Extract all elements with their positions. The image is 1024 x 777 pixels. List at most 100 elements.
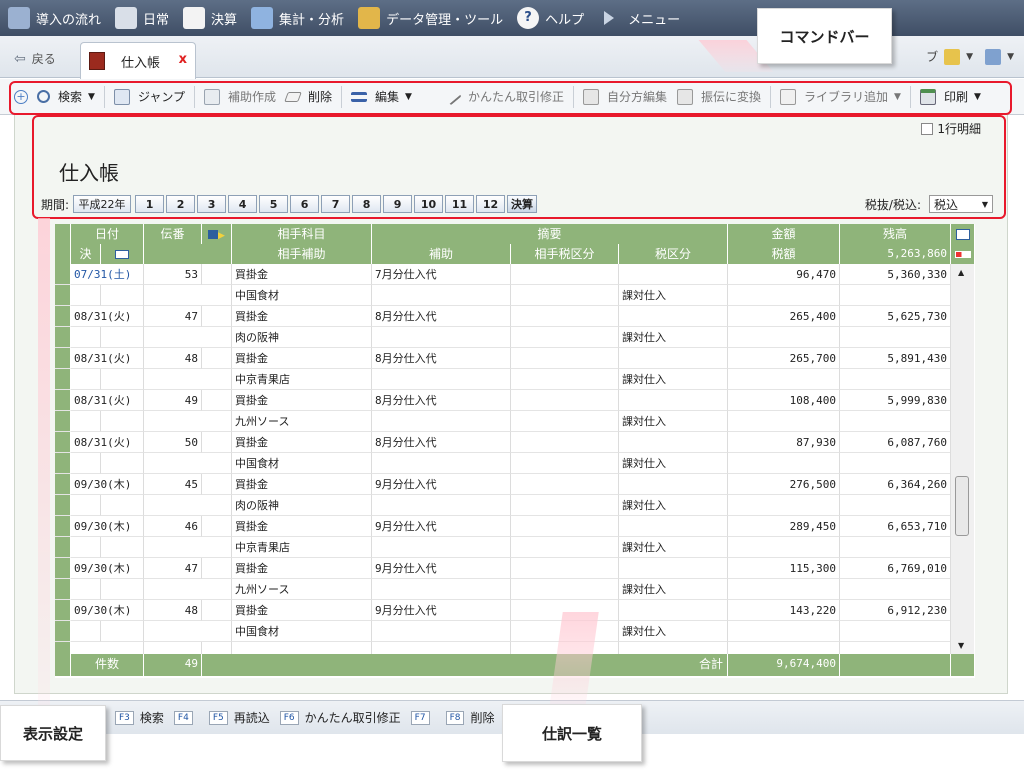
- table-row[interactable]: 09/30(木) 48 買掛金 9月分仕入代 143,220 6,912,230: [55, 600, 975, 621]
- table-row[interactable]: 08/31(火) 47 買掛金 8月分仕入代 265,400 5,625,730: [55, 306, 975, 327]
- table-row[interactable]: 09/30(木) 45 買掛金 9月分仕入代 276,500 6,364,260: [55, 474, 975, 495]
- row-gutter: [55, 600, 71, 621]
- vertical-scrollbar[interactable]: ▲ ▼: [950, 264, 974, 654]
- summary-header[interactable]: 摘要: [372, 224, 728, 244]
- menu-item[interactable]: データ管理・ツール: [350, 0, 509, 36]
- menu-item-label: データ管理・ツール: [386, 12, 504, 28]
- cell-summary: 7月分仕入代: [372, 264, 511, 285]
- table-subrow[interactable]: 中京青果店 課対仕入: [55, 537, 975, 558]
- amount-header[interactable]: 金額: [728, 224, 840, 244]
- balance-header[interactable]: 残高: [840, 224, 951, 244]
- function-key[interactable]: F7: [410, 710, 436, 725]
- account-header[interactable]: 相手科目: [232, 224, 372, 244]
- function-key[interactable]: F3 検索: [115, 709, 164, 726]
- table-subrow[interactable]: 中国食材 課対仕入: [55, 285, 975, 306]
- cell-balance: 6,653,710: [840, 516, 951, 537]
- cell-sub: 中京青果店: [232, 537, 372, 558]
- table-subrow[interactable]: 中国食材 課対仕入: [55, 621, 975, 642]
- cell-empty: [619, 306, 728, 327]
- settle-header[interactable]: 決: [71, 244, 101, 264]
- function-key[interactable]: F5 再読込: [208, 709, 270, 726]
- cell-date: 09/30(木): [71, 516, 144, 537]
- table-row[interactable]: 09/30(木) 46 買掛金 9月分仕入代 289,450 6,653,710: [55, 516, 975, 537]
- cell-empty: [511, 432, 619, 453]
- cell-date[interactable]: 07/31(土): [71, 264, 144, 285]
- view-detail-icon[interactable]: [101, 244, 144, 264]
- table-row[interactable]: 07/31(土) 53 買掛金 7月分仕入代 96,470 5,360,330: [55, 264, 975, 285]
- tax-class-header[interactable]: 税区分: [619, 244, 728, 264]
- menu-item[interactable]: 集計・分析: [243, 0, 350, 36]
- menu-item[interactable]: メニュー: [590, 0, 686, 36]
- scroll-up-icon[interactable]: ▲: [958, 268, 964, 277]
- function-key-label: かんたん取引修正: [304, 711, 401, 725]
- function-key-code: F7: [410, 710, 430, 725]
- auxiliary-header[interactable]: 補助: [372, 244, 511, 264]
- cell-empty: [511, 537, 619, 558]
- cell-balance: 6,087,760: [840, 432, 951, 453]
- cell-no: 47: [144, 558, 202, 579]
- database-icon: [358, 7, 381, 29]
- cell-empty: [840, 642, 951, 654]
- function-key[interactable]: F4: [173, 710, 199, 725]
- play-icon: [604, 11, 615, 25]
- function-key-label: 検索: [139, 711, 164, 725]
- menu-item[interactable]: 決算: [175, 0, 243, 36]
- row-gutter: [55, 432, 71, 453]
- table-subrow[interactable]: 中京青果店 課対仕入: [55, 369, 975, 390]
- cell-empty: [619, 516, 728, 537]
- back-button[interactable]: ⇦ 戻る: [14, 50, 56, 67]
- table-subrow[interactable]: 肉の阪神 課対仕入: [55, 495, 975, 516]
- function-key[interactable]: F8 削除: [445, 709, 495, 726]
- menu-item[interactable]: 導入の流れ: [0, 0, 107, 36]
- cell-empty: [71, 411, 101, 432]
- cell-empty: [232, 642, 372, 654]
- cell-empty: [71, 285, 101, 306]
- table-row[interactable]: 08/31(火) 48 買掛金 8月分仕入代 265,700 5,891,430: [55, 348, 975, 369]
- cell-tax: 課対仕入: [619, 369, 728, 390]
- cell-amount: 87,930: [728, 432, 840, 453]
- table-row[interactable]: 08/31(火) 50 買掛金 8月分仕入代 87,930 6,087,760: [55, 432, 975, 453]
- tax-amount-header[interactable]: 税額: [728, 244, 840, 264]
- table-row[interactable]: 08/31(火) 49 買掛金 8月分仕入代 108,400 5,999,830: [55, 390, 975, 411]
- scroll-down-icon[interactable]: ▼: [958, 641, 964, 650]
- cell-amount: 108,400: [728, 390, 840, 411]
- memo-icon[interactable]: [951, 224, 975, 244]
- cell-empty: [619, 642, 728, 654]
- sub-account-header[interactable]: 相手補助: [232, 244, 372, 264]
- cell-empty: [71, 495, 101, 516]
- menu-item[interactable]: ? ヘルプ: [509, 0, 590, 36]
- cell-balance: 5,625,730: [840, 306, 951, 327]
- function-key-code: F4: [173, 710, 193, 725]
- chevron-down-icon[interactable]: ▼: [1007, 52, 1014, 62]
- cell-empty: [101, 537, 144, 558]
- function-key[interactable]: F6 かんたん取引修正: [279, 709, 401, 726]
- table-row[interactable]: 09/30(木) 47 買掛金 9月分仕入代 115,300 6,769,010: [55, 558, 975, 579]
- star-window-icon[interactable]: [944, 48, 961, 65]
- cell-empty: [728, 495, 840, 516]
- battery-icon: [951, 244, 975, 264]
- table-subrow[interactable]: 九州ソース 課対仕入: [55, 411, 975, 432]
- cell-empty: [372, 369, 511, 390]
- tab-purchase-ledger[interactable]: 仕入帳 x: [80, 42, 196, 79]
- cell-empty: [101, 495, 144, 516]
- table-subrow[interactable]: 肉の阪神 課対仕入: [55, 327, 975, 348]
- cell-tax: 課対仕入: [619, 327, 728, 348]
- slip-no-header[interactable]: 伝番: [144, 224, 202, 244]
- cell-empty: [372, 642, 511, 654]
- close-icon[interactable]: x: [179, 52, 187, 67]
- function-key-code: F3: [115, 710, 134, 725]
- cell-empty: [144, 642, 202, 654]
- window-close-icon[interactable]: [985, 48, 1002, 65]
- cell-sub: 中国食材: [232, 453, 372, 474]
- partner-tax-header[interactable]: 相手税区分: [511, 244, 619, 264]
- row-gutter: [55, 369, 71, 390]
- scroll-thumb[interactable]: [955, 476, 969, 536]
- date-header[interactable]: 日付: [71, 224, 144, 244]
- column-toggle-icon[interactable]: ▶: [202, 224, 232, 244]
- chevron-down-icon[interactable]: ▼: [966, 52, 973, 62]
- table-subrow[interactable]: 九州ソース 課対仕入: [55, 579, 975, 600]
- menu-item-label: 日常: [143, 12, 170, 28]
- table-subrow[interactable]: 中国食材 課対仕入: [55, 453, 975, 474]
- row-gutter: [55, 411, 71, 432]
- menu-item[interactable]: 日常: [107, 0, 175, 36]
